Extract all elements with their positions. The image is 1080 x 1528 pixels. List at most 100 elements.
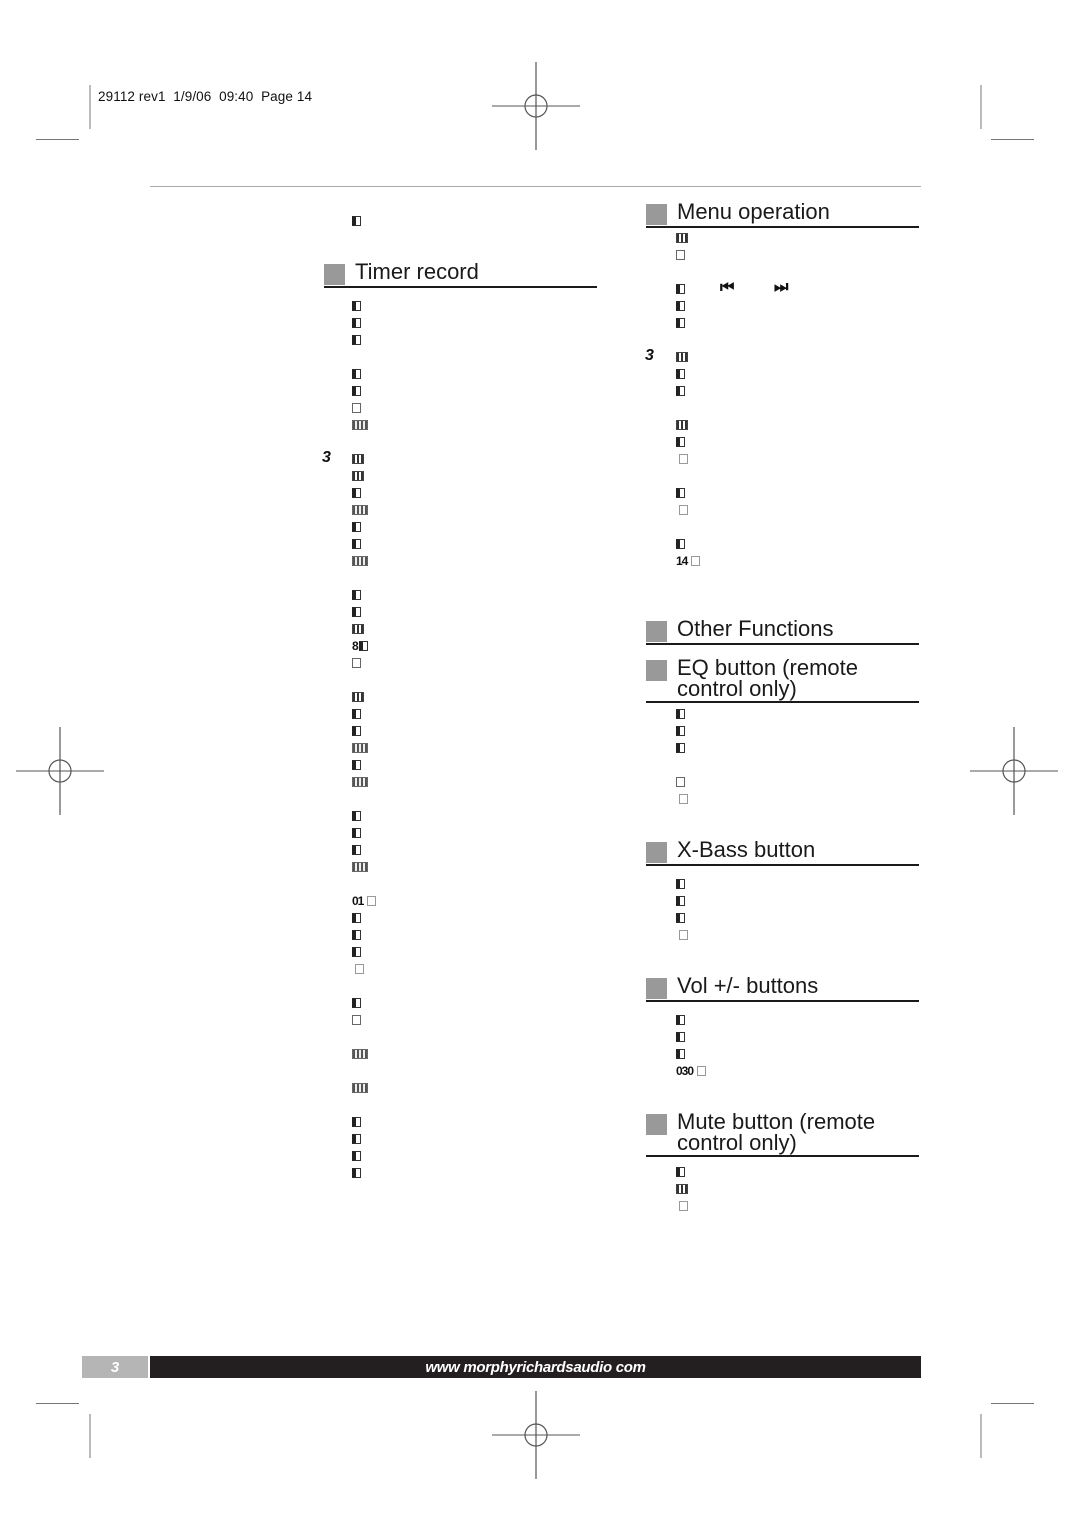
text-line	[676, 793, 688, 805]
text-line	[352, 810, 361, 822]
text-line	[676, 453, 688, 465]
text-line	[676, 929, 688, 941]
text-line	[676, 487, 685, 499]
missing-glyph-box	[676, 386, 685, 396]
missing-glyph-box	[352, 828, 361, 838]
text-line	[352, 419, 368, 431]
crop-mark-top-left-horizontal	[36, 139, 79, 140]
text-line	[676, 912, 685, 924]
page-top-rule	[150, 186, 921, 187]
text-line	[676, 351, 688, 363]
line-number: 030	[676, 1063, 694, 1078]
registration-mark-top-icon	[492, 62, 580, 150]
text-line	[352, 691, 364, 703]
text-line	[352, 453, 364, 465]
text-line	[676, 895, 685, 907]
missing-glyph-box	[676, 1049, 685, 1059]
text-line	[676, 317, 685, 329]
missing-glyph-box	[352, 947, 361, 957]
missing-glyph-box	[352, 811, 361, 821]
step-number: 3	[322, 449, 331, 466]
footer-website-text: www morphyrichardsaudio com	[425, 1358, 646, 1376]
registration-mark-bottom-icon	[492, 1391, 580, 1479]
crop-mark-top-left-vertical	[89, 85, 91, 129]
section-heading-menu-operation: Menu operation	[646, 201, 919, 228]
text-line	[352, 1116, 361, 1128]
missing-glyph-box	[676, 250, 685, 260]
missing-glyph-box	[676, 301, 685, 311]
missing-glyph-box	[352, 692, 364, 702]
text-line	[352, 725, 361, 737]
missing-glyph-box	[352, 1151, 361, 1161]
text-line	[676, 1048, 685, 1060]
missing-glyph-box	[352, 1134, 361, 1144]
text-line	[676, 538, 685, 550]
missing-glyph-box	[352, 590, 361, 600]
missing-glyph-box	[676, 709, 685, 719]
missing-glyph-box	[352, 1049, 368, 1059]
text-line	[676, 742, 685, 754]
missing-glyph-box	[676, 726, 685, 736]
missing-glyph-box	[352, 624, 364, 634]
text-line	[352, 776, 368, 788]
text-line	[676, 232, 688, 244]
heading-text: Timer record	[355, 259, 479, 284]
text-line	[676, 1014, 685, 1026]
text-line	[676, 1031, 685, 1043]
missing-glyph-box	[352, 539, 361, 549]
missing-glyph-box	[676, 437, 685, 447]
text-line	[676, 776, 685, 788]
text-line	[352, 1150, 361, 1162]
text-line	[352, 657, 361, 669]
line-number: 01	[352, 893, 364, 908]
missing-glyph-box	[352, 1083, 368, 1093]
heading-square-icon	[646, 1114, 667, 1135]
missing-glyph-box	[352, 386, 361, 396]
text-line	[676, 283, 685, 295]
missing-glyph-box	[352, 760, 361, 770]
missing-glyph-box	[352, 913, 361, 923]
previous-track-icon: ⏮	[720, 279, 735, 296]
text-line	[352, 385, 361, 397]
text-line	[352, 623, 364, 635]
missing-glyph-box	[352, 1117, 361, 1127]
text-line	[352, 402, 361, 414]
text-line	[352, 334, 361, 346]
registration-mark-left-icon	[16, 727, 104, 815]
text-line	[352, 708, 361, 720]
text-line	[676, 436, 685, 448]
text-line	[676, 300, 685, 312]
missing-glyph-box	[352, 607, 361, 617]
text-line	[352, 538, 361, 550]
heading-square-icon	[646, 204, 667, 225]
text-line	[352, 300, 361, 312]
text-line	[352, 827, 361, 839]
heading-text: Other Functions	[677, 616, 834, 641]
missing-glyph-box	[352, 930, 361, 940]
heading-square-icon	[646, 978, 667, 999]
text-line	[352, 555, 368, 567]
missing-glyph-box	[679, 454, 688, 464]
crop-mark-bottom-right-horizontal	[991, 1403, 1034, 1404]
missing-glyph-box	[679, 794, 688, 804]
missing-glyph-box	[352, 420, 368, 430]
missing-glyph-box	[676, 233, 688, 243]
text-line	[676, 725, 685, 737]
text-line	[352, 742, 368, 754]
missing-glyph-box	[352, 709, 361, 719]
text-line	[352, 521, 361, 533]
missing-glyph-box	[676, 1015, 685, 1025]
missing-glyph-box	[352, 777, 368, 787]
heading-text: Mute button (remote control only)	[677, 1109, 876, 1155]
missing-glyph-box	[676, 1184, 688, 1194]
missing-glyph-box	[352, 216, 361, 226]
heading-square-icon	[646, 621, 667, 642]
missing-glyph-box	[367, 896, 377, 906]
heading-text: Vol +/- buttons	[677, 973, 819, 998]
step-number: 3	[645, 347, 654, 364]
text-line	[352, 1082, 368, 1094]
section-heading-mute-button: Mute button (remote control only)	[646, 1111, 919, 1157]
registration-mark-right-icon	[970, 727, 1058, 815]
missing-glyph-box	[355, 964, 364, 974]
missing-glyph-box	[352, 522, 361, 532]
